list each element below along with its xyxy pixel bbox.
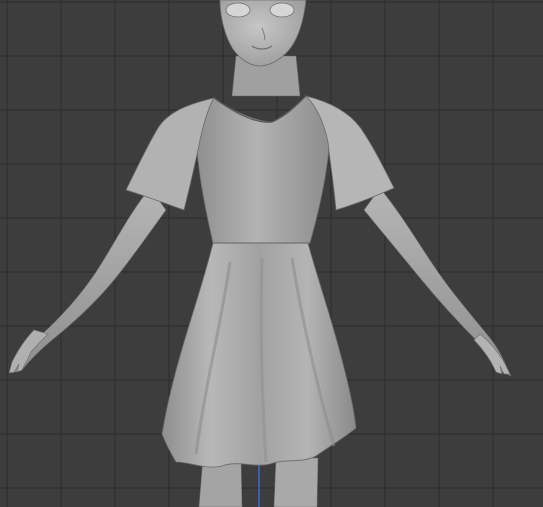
left-hand (8, 329, 49, 374)
dress-bodice (195, 95, 331, 244)
dress-character-model[interactable] (0, 0, 543, 507)
left-eye (225, 2, 251, 18)
dress-skirt (161, 242, 357, 468)
right-hand (473, 333, 511, 375)
3d-viewport[interactable] (0, 0, 543, 507)
right-leg (273, 457, 319, 507)
right-eye (269, 2, 295, 18)
